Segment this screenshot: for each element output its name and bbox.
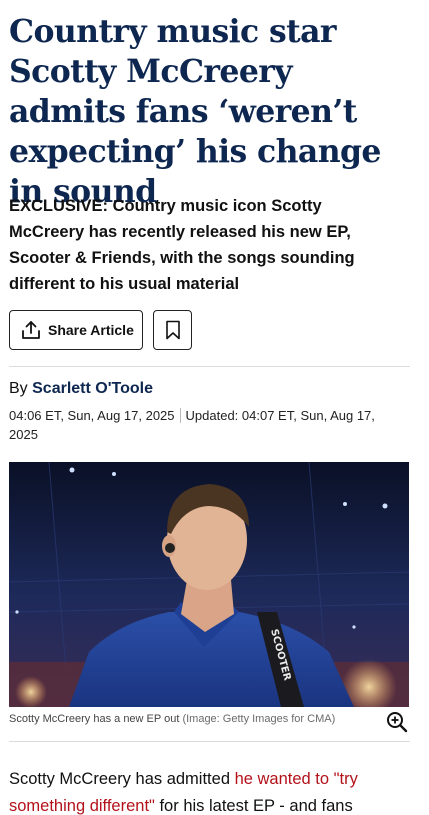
hero-photo: SCOOTER — [9, 462, 409, 707]
date-separator — [179, 408, 181, 423]
article-page: Country music star Scotty McCreery admit… — [0, 0, 429, 815]
hero-image[interactable]: SCOOTER — [9, 462, 409, 707]
article-dates: 04:06 ET, Sun, Aug 17, 2025 Updated: 04:0… — [9, 406, 404, 444]
bookmark-button[interactable] — [153, 310, 192, 350]
share-upload-icon — [22, 321, 40, 339]
byline-prefix: By — [9, 380, 28, 397]
body-text-start: Scotty McCreery has admitted — [9, 770, 235, 788]
article-standfirst: EXCLUSIVE: Country music icon Scotty McC… — [9, 197, 355, 293]
share-article-button[interactable]: Share Article — [9, 310, 143, 350]
body-text-end: for his latest EP - and fans — [154, 797, 353, 815]
divider — [9, 366, 410, 367]
divider — [9, 741, 410, 742]
zoom-in-icon[interactable] — [386, 711, 408, 733]
author-link[interactable]: Scarlett O'Toole — [32, 380, 153, 397]
byline: By Scarlett O'Toole — [9, 380, 153, 398]
share-article-label: Share Article — [48, 322, 134, 338]
article-headline: Country music star Scotty McCreery admit… — [9, 13, 381, 210]
image-credit: (Image: Getty Images for CMA) — [182, 713, 336, 725]
article-body-paragraph: Scotty McCreery has admitted he wanted t… — [9, 766, 401, 815]
bookmark-icon — [165, 320, 180, 340]
image-caption: Scotty McCreery has a new EP out (Image:… — [9, 713, 335, 725]
caption-text: Scotty McCreery has a new EP out — [9, 713, 180, 725]
published-date: 04:06 ET, Sun, Aug 17, 2025 — [9, 408, 175, 423]
